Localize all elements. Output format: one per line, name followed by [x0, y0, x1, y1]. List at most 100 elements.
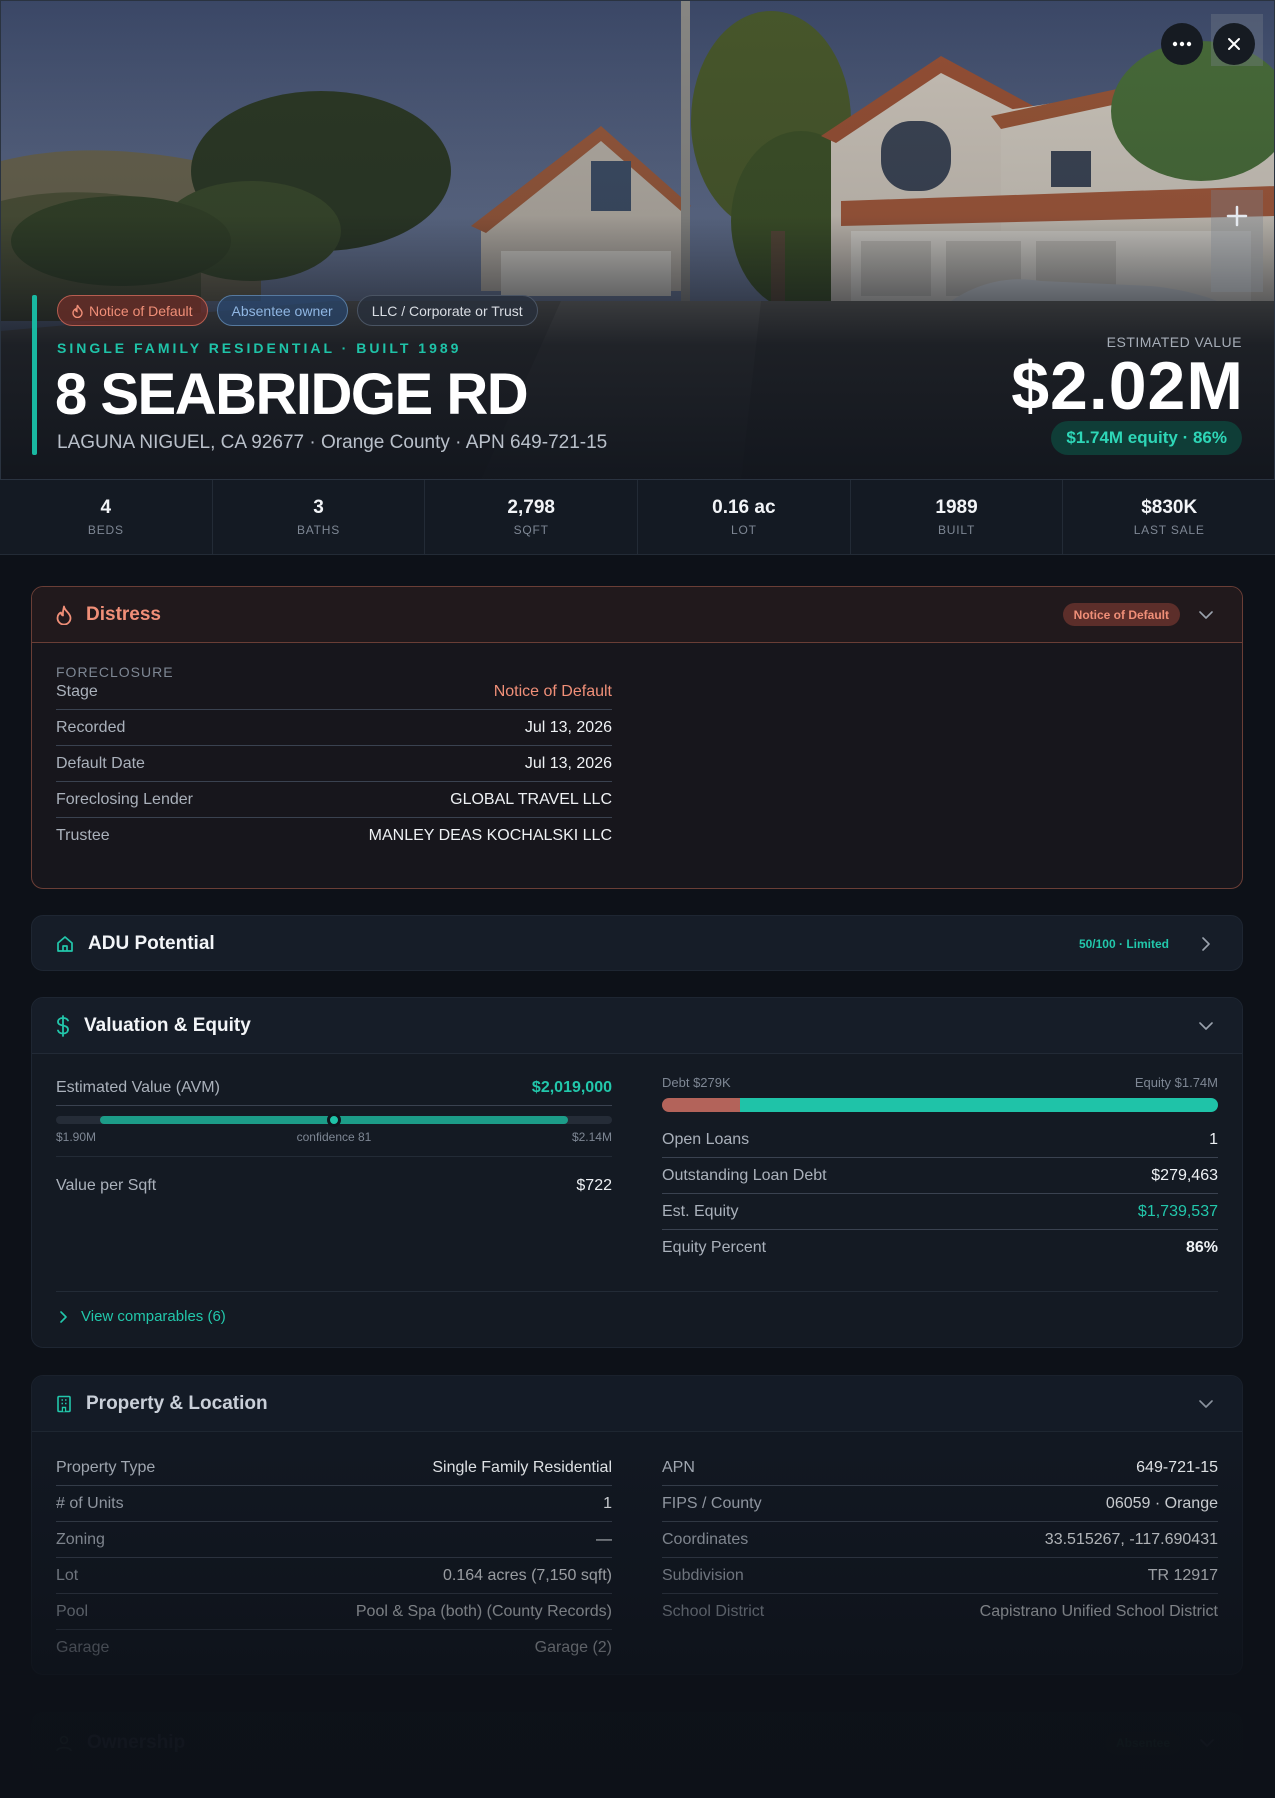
chevron-down-icon[interactable] — [1194, 1014, 1218, 1038]
detail-value: 06059 · Orange — [1105, 1494, 1218, 1512]
property-details-right: APN 649-721-15 FIPS / County 06059 · Ora… — [662, 1450, 1218, 1630]
detail-value: $279,463 — [1151, 1166, 1218, 1184]
tag-notice-of-default[interactable]: Notice of Default — [57, 295, 208, 326]
detail-key: Property Type — [56, 1458, 156, 1476]
detail-key: Default Date — [56, 754, 145, 772]
stat-label: LOT — [730, 523, 757, 537]
plus-icon — [1226, 205, 1248, 227]
flame-icon — [56, 605, 72, 625]
debt-equity-bar — [662, 1098, 1218, 1112]
stat-value: 4 — [100, 497, 112, 518]
close-icon — [1228, 38, 1240, 50]
detail-key: APN — [662, 1458, 695, 1476]
tag-label: Absentee owner — [231, 302, 333, 319]
chevron-down-icon[interactable] — [1194, 1392, 1218, 1416]
card-title: Ownership — [87, 1732, 186, 1753]
avm-panel: Estimated Value (AVM) $2,019,000 $1.90M … — [56, 1070, 612, 1215]
avm-row: Estimated Value (AVM) $2,019,000 — [56, 1070, 612, 1106]
detail-key: Recorded — [56, 718, 126, 736]
more-options-button[interactable] — [1161, 23, 1203, 65]
accent-bar — [32, 295, 37, 455]
distress-card-header[interactable]: Distress Notice of Default — [32, 587, 1242, 643]
detail-value: $722 — [576, 1177, 612, 1194]
detail-key: Outstanding Loan Debt — [662, 1166, 827, 1184]
loan-details: Open Loans 1 Outstanding Loan Debt $279,… — [662, 1122, 1218, 1266]
property-location: LAGUNA NIGUEL, CA 92677 · Orange County … — [57, 432, 608, 453]
stat-label: SQFT — [513, 523, 549, 537]
ownership-card-header[interactable]: Ownership Absentee — [31, 1712, 1243, 1774]
detail-value: Capistrano Unified School District — [979, 1603, 1218, 1620]
detail-value: 649-721-15 — [1136, 1458, 1218, 1476]
status-badge: Notice of Default — [1062, 603, 1180, 626]
stat-value: $830K — [1141, 497, 1198, 518]
stat-value: 1989 — [935, 497, 978, 518]
comparables-label: View comparables (6) — [81, 1308, 226, 1325]
zoom-in-button[interactable] — [1211, 190, 1263, 242]
view-comparables-link[interactable]: View comparables (6) — [60, 1308, 226, 1325]
detail-key: Est. Equity — [662, 1202, 739, 1220]
estimated-value: $2.02M — [1011, 348, 1244, 424]
chevron-down-icon[interactable] — [1194, 603, 1218, 627]
detail-value: Pool & Spa (both) (County Records) — [355, 1602, 612, 1620]
detail-key: FIPS / County — [662, 1494, 762, 1512]
property-location-card: Property & Location Property Type Single… — [31, 1375, 1243, 1675]
dollar-icon — [57, 1014, 69, 1037]
detail-key: # of Units — [56, 1494, 124, 1512]
valuation-card-header[interactable]: Valuation & Equity — [32, 998, 1242, 1054]
value-per-sqft-row: Value per Sqft $722 — [56, 1157, 612, 1215]
adu-score-badge: 50/100 · Limited — [1078, 937, 1169, 951]
equity-panel: Debt $279K Equity $1.74M Open Loans 1 Ou… — [662, 1075, 1218, 1266]
stat-label: BEDS — [87, 523, 124, 537]
detail-value: — — [596, 1530, 612, 1548]
detail-key: Trustee — [56, 827, 110, 844]
detail-value: 1 — [603, 1494, 612, 1512]
chevron-right-icon[interactable] — [1194, 932, 1218, 956]
detail-row-pool: Pool Pool & Spa (both) (County Records) — [56, 1594, 612, 1630]
stat-label: LAST SALE — [1133, 523, 1205, 537]
detail-key: Zoning — [56, 1530, 105, 1548]
detail-row-zoning: Zoning — — [56, 1522, 612, 1558]
detail-key: Value per Sqft — [56, 1177, 157, 1194]
detail-row-loan-debt: Outstanding Loan Debt $279,463 — [662, 1158, 1218, 1194]
debt-segment — [662, 1098, 740, 1112]
detail-row-est-equity: Est. Equity $1,739,537 — [662, 1194, 1218, 1230]
detail-value: Jul 13, 2026 — [524, 718, 612, 736]
property-tags: Notice of Default Absentee owner LLC / C… — [57, 295, 538, 326]
adu-potential-card[interactable]: ADU Potential 50/100 · Limited — [31, 915, 1243, 971]
avm-range-track — [56, 1113, 612, 1127]
chevron-down-icon[interactable] — [1195, 1731, 1219, 1755]
detail-value: Notice of Default — [493, 682, 612, 700]
stat-value: 2,798 — [507, 497, 555, 518]
detail-key: Lot — [56, 1566, 79, 1584]
detail-key: Foreclosing Lender — [56, 790, 193, 808]
detail-key: School District — [662, 1603, 765, 1620]
avm-marker — [327, 1113, 341, 1127]
tag-label: LLC / Corporate or Trust — [371, 302, 523, 319]
stat-value: 0.16 ac — [712, 497, 776, 518]
detail-row-default-date: Default Date Jul 13, 2026 — [56, 746, 612, 782]
range-high-label: $2.14M — [571, 1130, 612, 1144]
detail-key: Garage — [56, 1639, 110, 1656]
tag-absentee-owner[interactable]: Absentee owner — [216, 295, 348, 326]
more-horizontal-icon — [1172, 41, 1192, 47]
avm-value: $2,019,000 — [531, 1078, 612, 1096]
detail-key: Pool — [56, 1602, 89, 1620]
close-button[interactable] — [1213, 23, 1255, 65]
building-icon — [57, 1395, 71, 1412]
detail-value: 33.515267, -117.690431 — [1044, 1530, 1218, 1548]
equity-label: Equity $1.74M — [1134, 1075, 1218, 1090]
range-low-label: $1.90M — [56, 1130, 97, 1144]
debt-label: Debt $279K — [662, 1075, 731, 1090]
detail-row-school-district: School District Capistrano Unified Schoo… — [662, 1594, 1218, 1630]
tag-llc-corporate[interactable]: LLC / Corporate or Trust — [356, 295, 538, 326]
ownership-card[interactable]: Ownership Absentee — [31, 1712, 1243, 1774]
card-title: Property & Location — [86, 1392, 268, 1414]
property-card-header[interactable]: Property & Location — [32, 1376, 1242, 1432]
detail-key: Subdivision — [662, 1566, 744, 1584]
adu-card-header[interactable]: ADU Potential 50/100 · Limited — [32, 916, 1242, 970]
stat-lot: 0.16 ac LOT — [638, 480, 851, 554]
property-subtitle: SINGLE FAMILY RESIDENTIAL · BUILT 1989 — [57, 340, 462, 356]
card-title: Valuation & Equity — [84, 1014, 251, 1036]
detail-key: Open Loans — [662, 1130, 750, 1148]
distress-card: Distress Notice of Default FORECLOSURE S… — [31, 586, 1243, 889]
